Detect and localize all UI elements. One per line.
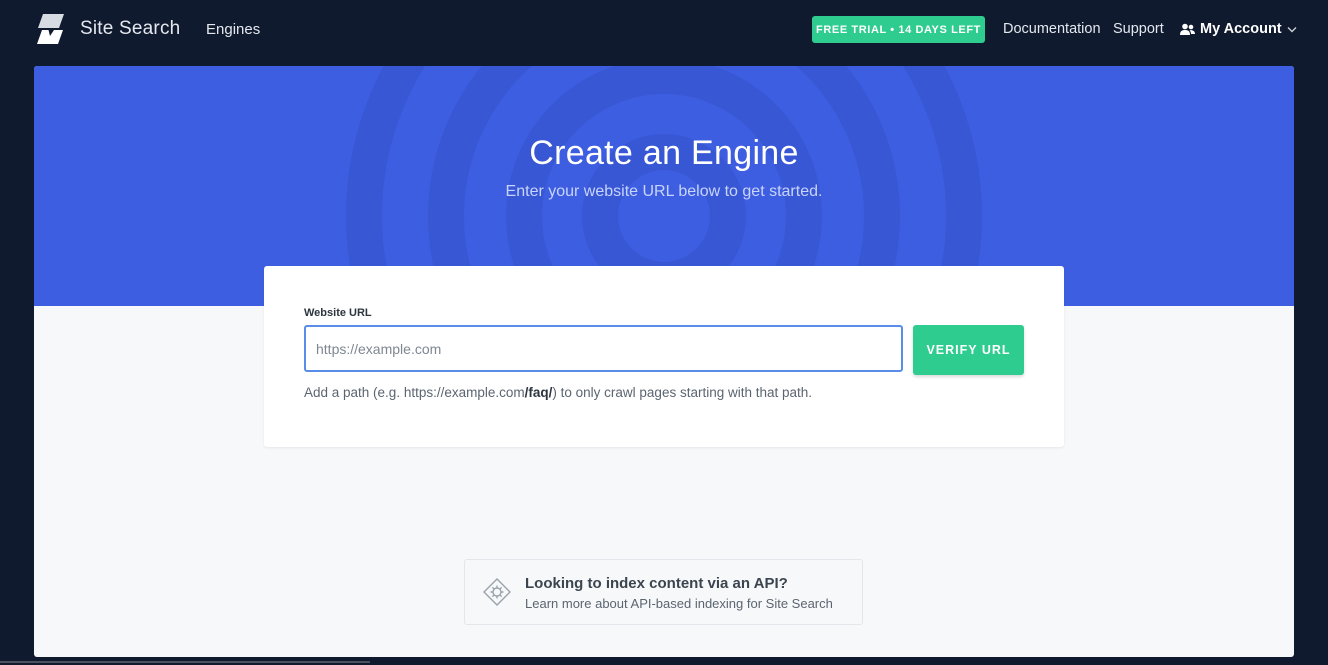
page-title: Create an Engine [529,134,799,172]
hint-path-example: /faq/ [524,385,553,400]
nav-engines-link[interactable]: Engines [206,21,260,38]
swiftype-logo-icon[interactable] [34,12,68,46]
hint-text-before: Add a path (e.g. https://example.com [304,385,525,400]
api-card-link[interactable]: Learn more about API-based indexing for … [525,596,833,611]
my-account-label: My Account [1200,21,1282,37]
support-link[interactable]: Support [1113,21,1164,37]
brand-name[interactable]: Site Search [80,18,180,40]
path-hint: Add a path (e.g. https://example.com/faq… [304,385,812,400]
page-subtitle: Enter your website URL below to get star… [505,183,823,200]
website-url-input[interactable] [304,325,903,372]
chevron-down-icon [1287,26,1297,32]
my-account-menu[interactable]: My Account [1180,19,1297,39]
bottom-divider [0,661,370,663]
main-panel: Create an Engine Enter your website URL … [34,66,1294,657]
free-trial-badge[interactable]: FREE TRIAL • 14 DAYS LEFT [812,16,985,43]
api-card-title: Looking to index content via an API? [525,575,788,592]
documentation-link[interactable]: Documentation [1003,21,1101,37]
verify-url-button[interactable]: VERIFY URL [913,325,1024,375]
users-icon [1180,23,1195,35]
gear-diamond-icon [483,578,511,606]
create-engine-card: Website URL VERIFY URL Add a path (e.g. … [264,266,1064,447]
hint-text-after: ) to only crawl pages starting with that… [552,385,813,400]
top-navigation-bar: Site Search Engines FREE TRIAL • 14 DAYS… [0,0,1328,60]
api-indexing-card[interactable]: Looking to index content via an API? Lea… [464,559,863,625]
website-url-label: Website URL [304,307,372,319]
